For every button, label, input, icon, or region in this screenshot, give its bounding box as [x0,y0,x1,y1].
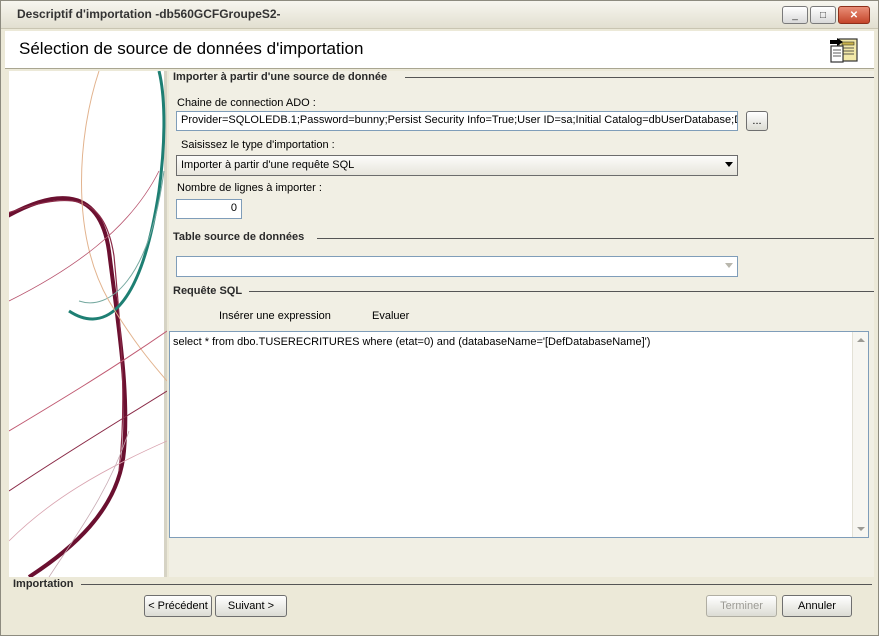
sql-query-text: select * from dbo.TUSERECRITURES where (… [173,336,651,348]
connection-string-label: Chaine de connection ADO : [177,97,316,109]
page-title: Sélection de source de données d'importa… [19,39,364,58]
minimize-button[interactable]: _ [782,6,808,24]
next-button[interactable]: Suivant > [215,595,287,617]
insert-expression-button[interactable]: Insérer une expression [219,310,331,322]
window-title: Descriptif d'importation -db560GCFGroupe… [17,7,281,21]
footer-group-title: Importation [13,578,74,590]
sql-group-title: Requête SQL [173,285,243,297]
import-wizard-window: Descriptif d'importation -db560GCFGroupe… [0,0,879,636]
rows-to-import-label: Nombre de lignes à importer : [177,182,322,194]
scroll-up-icon[interactable] [857,338,865,342]
sql-editor-scrollbar[interactable] [852,332,868,537]
source-table-select[interactable] [176,256,738,277]
browse-connection-button[interactable]: ... [746,111,768,131]
title-bar[interactable]: Descriptif d'importation -db560GCFGroupe… [1,1,878,29]
import-type-label: Saisissez le type d'importation : [181,139,335,151]
import-wizard-icon [830,38,858,63]
rows-to-import-input[interactable]: 0 [176,199,242,219]
evaluate-button[interactable]: Evaluer [372,310,409,322]
connection-string-input[interactable]: Provider=SQLOLEDB.1;Password=bunny;Persi… [176,111,738,131]
previous-button[interactable]: < Précédent [144,595,212,617]
scroll-down-icon[interactable] [857,527,865,531]
chevron-down-icon [725,162,733,167]
decorative-side-panel [0,70,168,579]
source-group-divider [405,77,874,78]
footer-divider [81,584,872,585]
table-group-divider [317,238,874,239]
wizard-header: Sélection de source de données d'importa… [5,31,874,69]
source-group-title: Importer à partir d'une source de donnée [173,71,388,83]
close-button[interactable]: ✕ [838,6,870,24]
chevron-down-icon [725,263,733,268]
decorative-curves [0,70,168,579]
import-type-select[interactable]: Importer à partir d'une requête SQL [176,155,738,176]
wizard-content: Importer à partir d'une source de donnée… [169,71,874,577]
sql-query-editor[interactable]: select * from dbo.TUSERECRITURES where (… [169,331,869,538]
table-group-title: Table source de données [173,231,305,243]
cancel-button[interactable]: Annuler [782,595,852,617]
maximize-button[interactable]: □ [810,6,836,24]
finish-button[interactable]: Terminer [706,595,777,617]
sql-group-divider [249,291,874,292]
import-type-value: Importer à partir d'une requête SQL [181,159,355,171]
window-controls: _ □ ✕ [782,6,870,24]
